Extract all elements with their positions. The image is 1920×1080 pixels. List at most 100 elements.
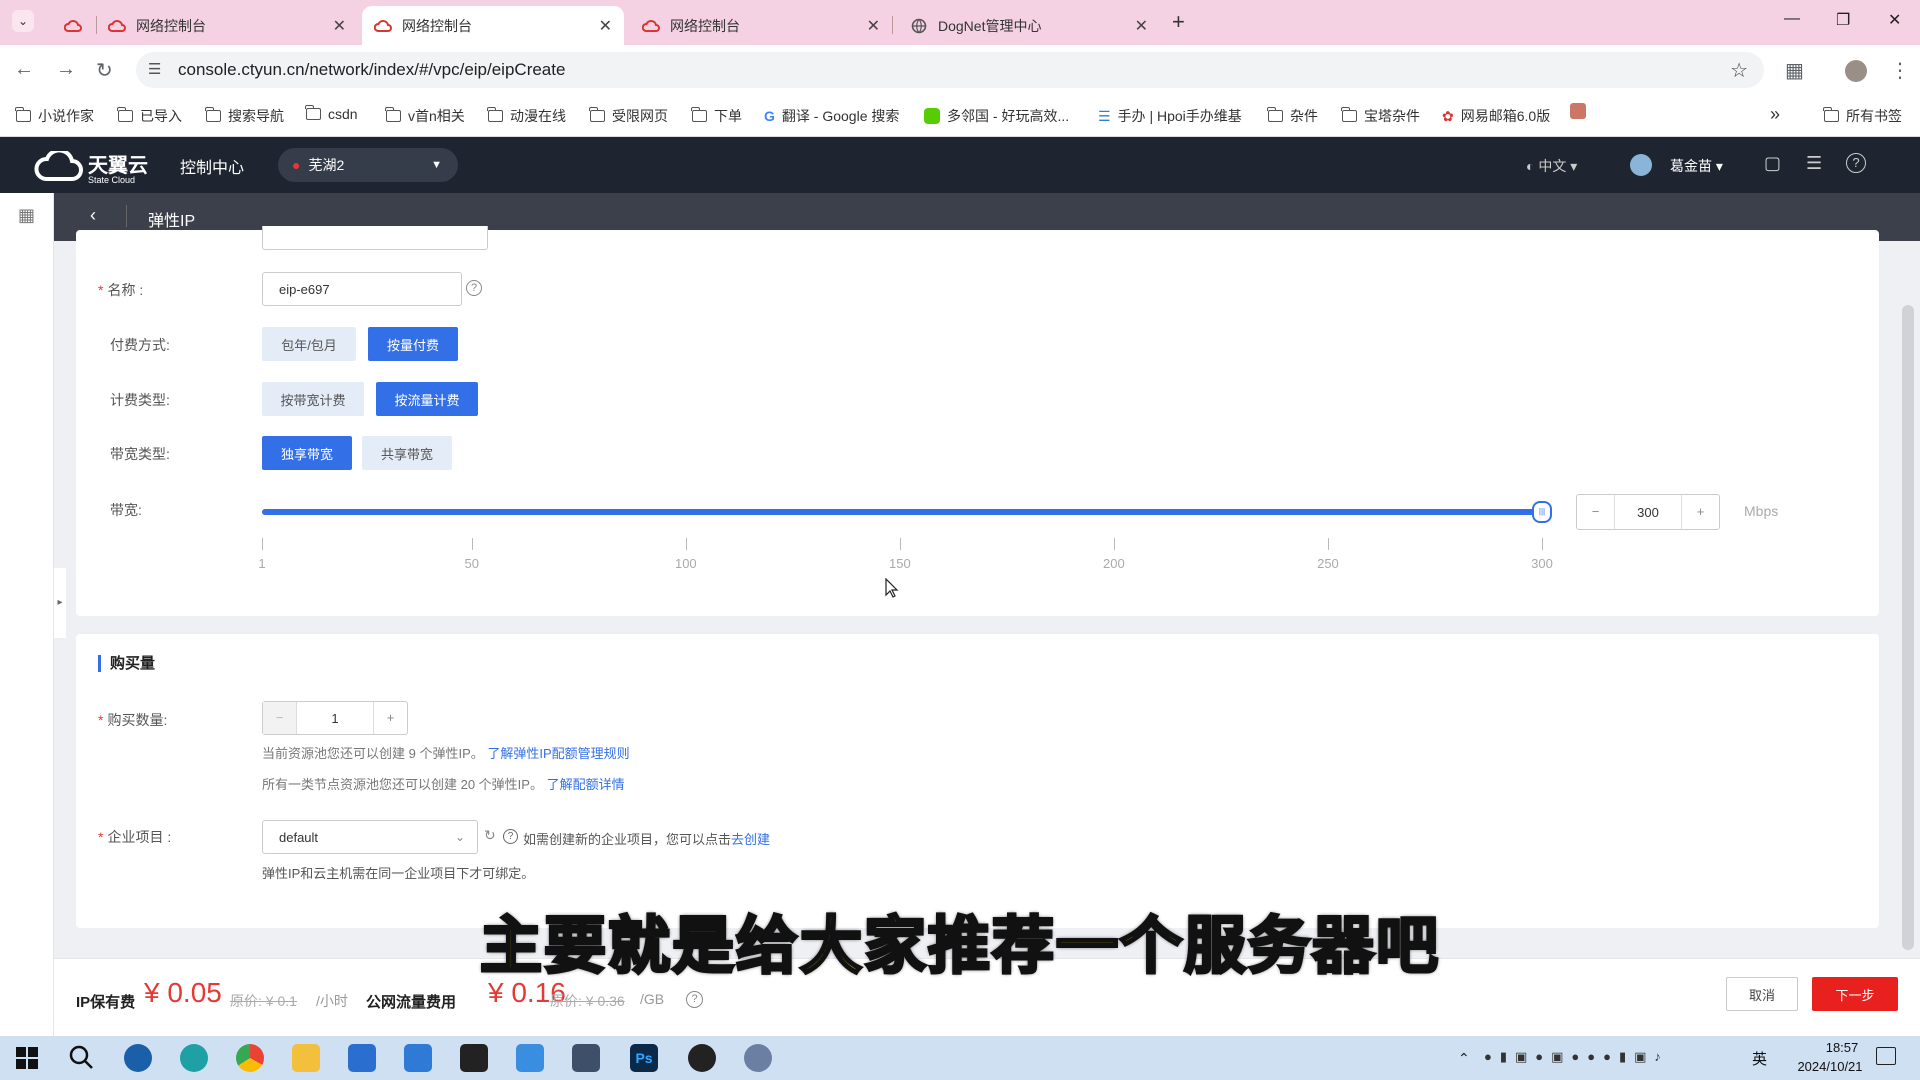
bird-app-icon[interactable] (516, 1044, 544, 1072)
language-selector[interactable]: ◐ 中文 ▾ (1526, 156, 1577, 176)
bookmark-item[interactable]: csdn (305, 105, 358, 122)
close-icon[interactable]: ✕ (599, 16, 612, 36)
clock-date[interactable]: 2024/10/21 (1776, 1059, 1884, 1074)
pay-option-payg[interactable]: 按量付费 (368, 327, 458, 361)
chrome-browser-icon[interactable] (236, 1044, 264, 1072)
bookmark-item[interactable]: ✿ 网易邮箱6.0版 (1442, 106, 1550, 126)
bookmark-item[interactable]: G 翻译 - Google 搜索 (764, 106, 899, 126)
more-menu-icon[interactable]: ⋮ (1890, 58, 1910, 83)
photoshop-icon[interactable]: Ps (630, 1044, 658, 1072)
billing-option-traffic[interactable]: 按流量计费 (376, 382, 478, 416)
bookmark-item[interactable]: 下单 (691, 106, 742, 126)
browser-tab[interactable]: DogNet管理中心 ✕ (898, 6, 1160, 45)
bandwidth-slider-handle[interactable]: ||| (1532, 501, 1552, 523)
minus-icon[interactable]: − (1577, 495, 1615, 529)
search-icon[interactable] (68, 1044, 94, 1075)
expand-sidebar-icon[interactable]: ▸ (54, 568, 66, 638)
page-title: 弹性IP (148, 213, 196, 230)
pay-option-annual[interactable]: 包年/包月 (262, 327, 356, 361)
forward-icon[interactable]: → (56, 58, 76, 81)
extensions-icon[interactable]: ▦ (1785, 58, 1804, 83)
settings-icon[interactable]: ☰ (1806, 153, 1822, 174)
create-project-link[interactable]: 去创建 (731, 832, 770, 847)
cloud-icon (108, 17, 126, 35)
quota-details-link[interactable]: 了解配额详情 (547, 777, 625, 792)
bwtype-option-shared[interactable]: 共享带宽 (362, 436, 452, 470)
quantity-value[interactable]: 1 (297, 711, 373, 726)
mail-app-icon[interactable] (404, 1044, 432, 1072)
back-arrow-icon[interactable]: ‹ (90, 205, 96, 226)
more-bookmarks-icon[interactable]: » (1770, 104, 1780, 125)
message-icon[interactable]: ▢ (1764, 153, 1781, 174)
billing-option-bandwidth[interactable]: 按带宽计费 (262, 382, 364, 416)
bwtype-option-dedicated[interactable]: 独享带宽 (262, 436, 352, 470)
bandwidth-value[interactable]: 300 (1615, 505, 1681, 520)
back-icon[interactable]: ← (14, 58, 34, 81)
bandwidth-slider-track[interactable]: ||| (262, 501, 1552, 523)
plus-icon[interactable]: + (1681, 495, 1719, 529)
ctyun-logo[interactable]: 天翼云 State Cloud (34, 149, 148, 185)
edge-browser-icon[interactable] (180, 1044, 208, 1072)
user-menu[interactable]: 葛金苗 ▾ (1670, 156, 1723, 176)
apps-grid-icon[interactable]: ▦ (18, 205, 35, 226)
browser-tab-active[interactable]: 网络控制台 ✕ (362, 6, 624, 45)
bookmark-item[interactable]: 搜索导航 (205, 106, 284, 126)
page-scrollbar[interactable] (1902, 305, 1914, 950)
help-circle-icon[interactable]: ? (686, 991, 703, 1008)
file-explorer-icon[interactable] (292, 1044, 320, 1072)
restore-icon[interactable]: ❐ (1836, 10, 1850, 30)
help-icon[interactable]: ? (1846, 153, 1866, 173)
clock-time[interactable]: 18:57 (1800, 1040, 1884, 1055)
bookmark-item[interactable]: v首n相关 (385, 106, 465, 126)
all-bookmarks[interactable]: 所有书签 (1823, 106, 1902, 126)
address-bar[interactable]: ☰ console.ctyun.cn/network/index/#/vpc/e… (136, 52, 1764, 88)
browser-tab[interactable] (52, 6, 97, 45)
unity-app-icon[interactable] (460, 1044, 488, 1072)
bookmark-item[interactable]: 已导入 (117, 106, 182, 126)
browser-tab[interactable]: 网络控制台 ✕ (96, 6, 358, 45)
minus-icon[interactable]: − (263, 702, 297, 734)
bookmark-item[interactable]: 受限网页 (589, 106, 668, 126)
previous-field-partial[interactable] (262, 226, 488, 250)
window-app-icon[interactable] (572, 1044, 600, 1072)
store-app-icon[interactable] (348, 1044, 376, 1072)
bookmark-item[interactable]: 多邻国 - 好玩高效... (924, 106, 1069, 126)
reload-icon[interactable]: ↻ (96, 58, 113, 83)
bookmark-icon-only[interactable] (1570, 103, 1586, 119)
bookmark-item[interactable]: 动漫在线 (487, 106, 566, 126)
windows-start-icon[interactable] (16, 1047, 38, 1074)
user-avatar[interactable] (1630, 154, 1652, 176)
new-tab-button[interactable]: + (1172, 9, 1185, 35)
obs-recorder-icon[interactable] (688, 1044, 716, 1072)
quantity-stepper[interactable]: − 1 + (262, 701, 408, 735)
quota-rules-link[interactable]: 了解弹性IP配额管理规则 (487, 746, 629, 761)
help-circle-icon[interactable]: ? (466, 280, 482, 296)
refresh-icon[interactable]: ↻ (484, 827, 496, 844)
minimize-icon[interactable]: — (1784, 10, 1800, 28)
control-center-link[interactable]: 控制中心 (180, 154, 244, 178)
close-icon[interactable]: ✕ (1135, 16, 1148, 36)
site-settings-icon[interactable]: ☰ (148, 60, 161, 78)
tray-icons[interactable]: ●▮▣●▣●●●▮▣♪ (1484, 1049, 1669, 1065)
browser-tab[interactable]: 网络控制台 ✕ (630, 6, 893, 45)
vscode-like-app-icon[interactable] (124, 1044, 152, 1072)
bookmark-item[interactable]: 杂件 (1267, 106, 1318, 126)
tray-chevron-icon[interactable]: ⌃ (1458, 1050, 1470, 1067)
bookmark-item[interactable]: 小说作家 (15, 106, 94, 126)
name-input[interactable]: eip-e697 (262, 272, 462, 306)
bookmark-item[interactable]: ☰ 手办 | Hpoi手办维基 (1098, 106, 1242, 126)
close-window-icon[interactable]: ✕ (1888, 10, 1901, 30)
ime-indicator[interactable]: 英 (1752, 1048, 1767, 1069)
profile-avatar[interactable] (1845, 60, 1867, 82)
star-icon[interactable]: ☆ (1730, 58, 1748, 83)
notification-icon[interactable] (1876, 1047, 1896, 1065)
tab-search-dropdown[interactable]: ⌄ (12, 10, 34, 32)
vpn-app-icon[interactable] (744, 1044, 772, 1072)
plus-icon[interactable]: + (373, 702, 407, 734)
close-icon[interactable]: ✕ (333, 16, 346, 36)
bookmark-item[interactable]: 宝塔杂件 (1341, 106, 1420, 126)
project-select[interactable]: default ⌄ (262, 820, 478, 854)
bandwidth-stepper[interactable]: − 300 + (1576, 494, 1720, 530)
close-icon[interactable]: ✕ (867, 16, 880, 36)
region-selector[interactable]: ● 芜湖2 ▼ (278, 148, 458, 182)
